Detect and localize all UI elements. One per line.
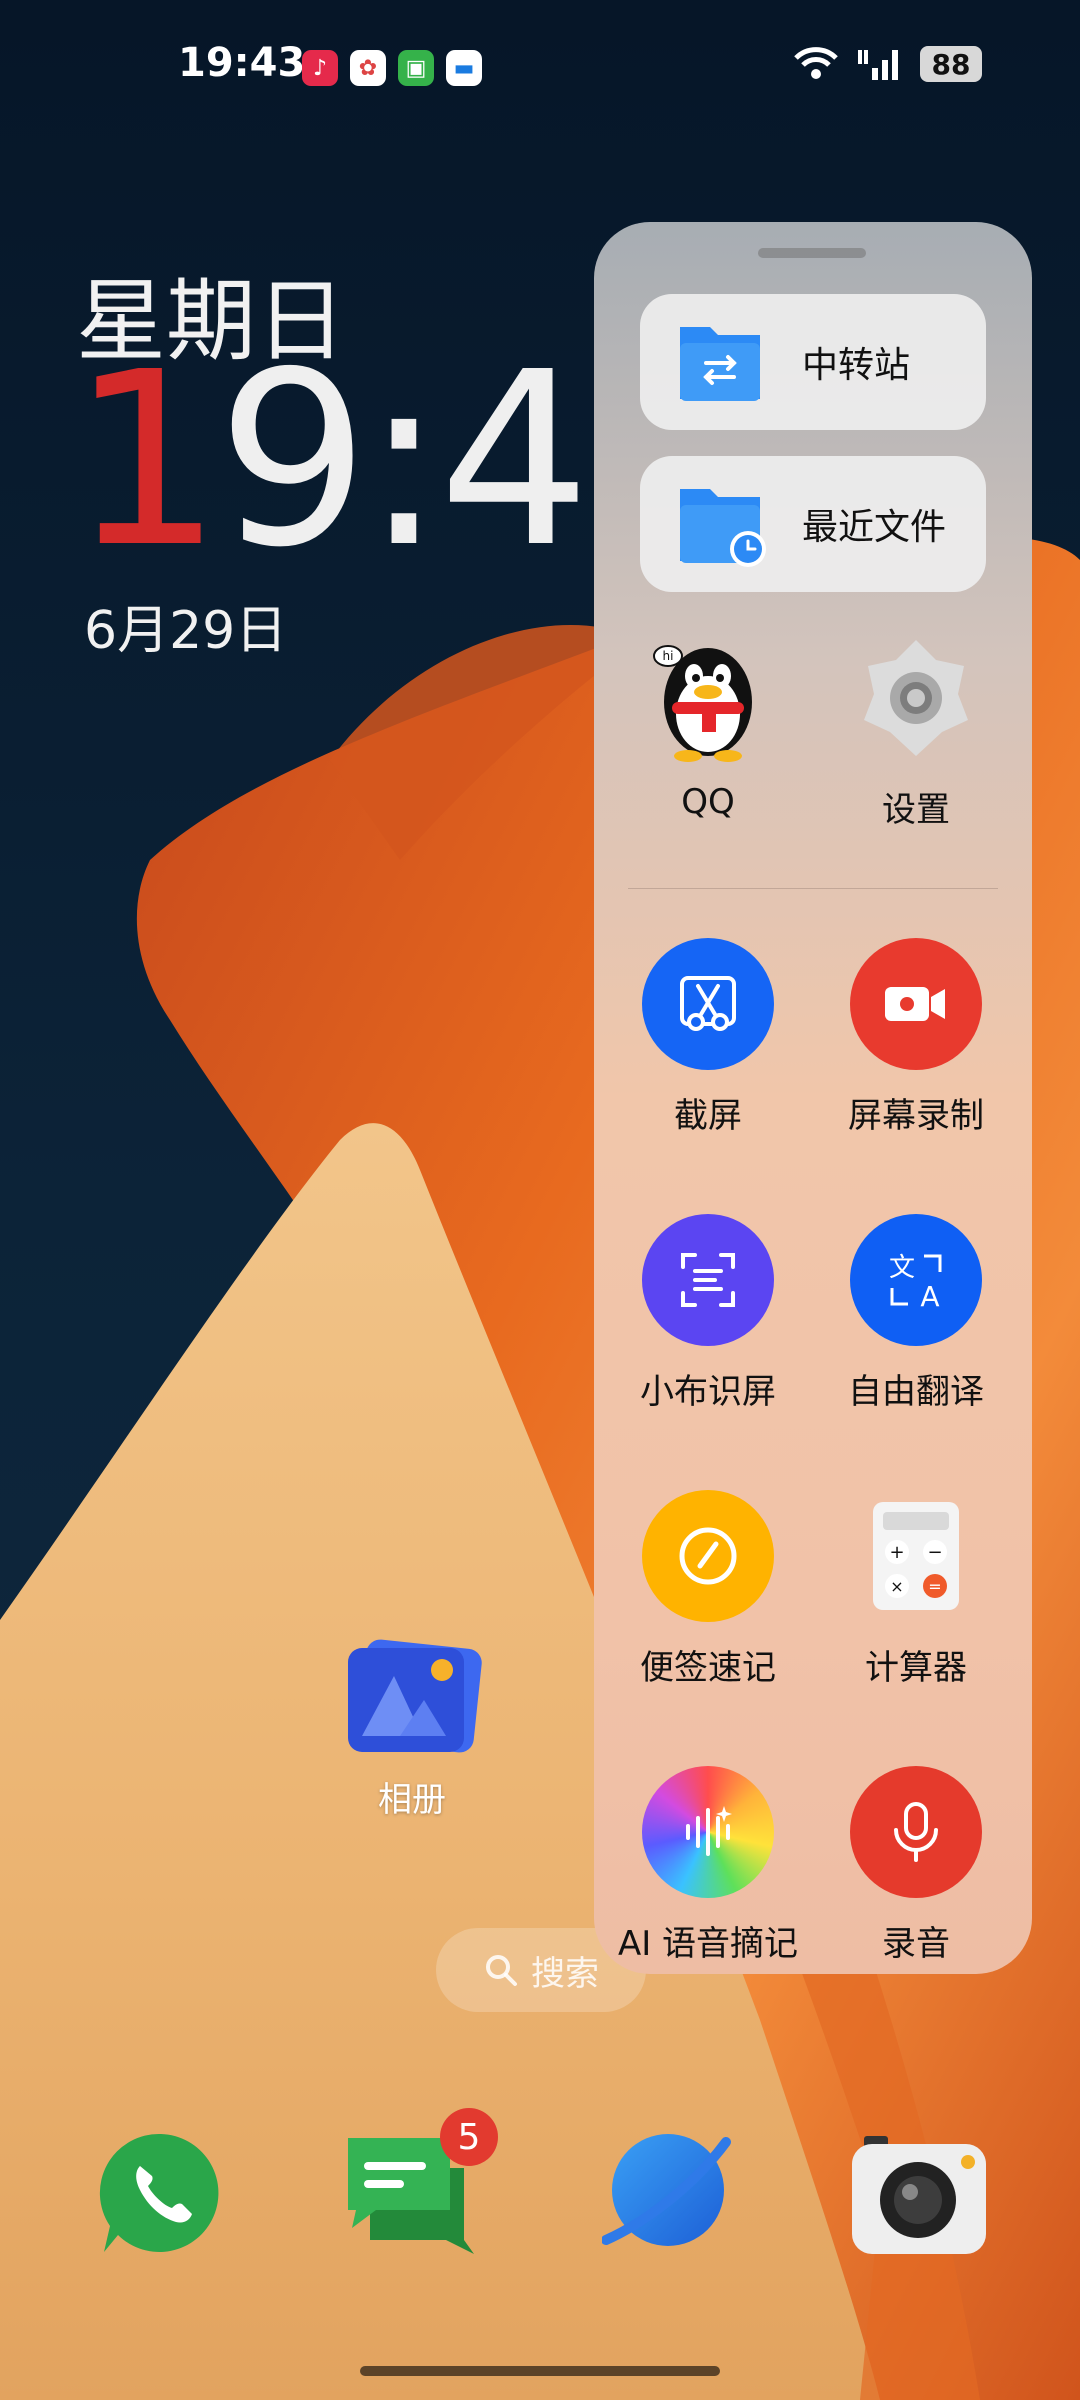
recent-files-label: 最近文件 (802, 507, 947, 548)
phone-icon (99, 2133, 219, 2252)
screen-record-circle (850, 938, 982, 1070)
dock-camera[interactable] (850, 2128, 986, 2258)
quick-note-label: 便签速记 (640, 1648, 776, 1688)
camera-icon (852, 2136, 986, 2254)
quick-note-circle (642, 1490, 774, 1622)
screenshot-circle (642, 938, 774, 1070)
settings-app-label: 设置 (882, 790, 950, 830)
gallery-app[interactable]: 相册 (322, 1638, 502, 1821)
search-label: 搜索 (531, 1953, 599, 1994)
tool-quick-note[interactable]: 便签速记 (608, 1490, 808, 1689)
ai-voice-note-icon (686, 1806, 732, 1856)
settings-gear-icon (864, 640, 968, 756)
qq-app[interactable]: hi QQ (608, 632, 808, 822)
transfer-station-card[interactable]: 中转站 (640, 294, 986, 430)
wifi-icon (794, 47, 838, 79)
translate-icon: 文 A (889, 1253, 942, 1312)
recorder-label: 录音 (882, 1924, 950, 1964)
screen-record-icon (885, 987, 945, 1021)
calculator-circle: + − × = (850, 1490, 982, 1622)
date-label: 6月29日 (84, 601, 288, 661)
battery-indicator: 88 (920, 46, 982, 82)
svg-text:−: − (927, 1542, 942, 1563)
store-app-icon: ▣ (398, 50, 434, 86)
svg-text:+: + (889, 1542, 904, 1563)
signal-icon (858, 50, 898, 80)
screen-record-label: 屏幕录制 (848, 1096, 984, 1136)
tool-ai-voice-note[interactable]: AI 语音摘记 (608, 1766, 808, 1965)
svg-text:A: A (920, 1280, 939, 1312)
tool-screen-record[interactable]: 屏幕录制 (816, 938, 1016, 1137)
calculator-label: 计算器 (865, 1648, 967, 1688)
dock-messages[interactable]: 5 (346, 2108, 498, 2258)
calculator-icon: + − × = (873, 1502, 959, 1610)
status-indicators: 88 (792, 46, 982, 82)
transfer-folder-icon (676, 321, 764, 403)
svg-text:hi: hi (663, 649, 674, 663)
transfer-station-label: 中转站 (802, 345, 911, 386)
tool-translate[interactable]: 文 A 自由翻译 (816, 1214, 1016, 1413)
tool-screenshot[interactable]: 截屏 (608, 938, 808, 1137)
tool-calculator[interactable]: + − × = 计算器 (816, 1490, 1016, 1689)
screenshot-label: 截屏 (674, 1096, 742, 1136)
gallery-app-label: 相册 (378, 1780, 446, 1820)
home-indicator[interactable] (360, 2366, 720, 2376)
screenshot-scissors-icon (680, 976, 736, 1031)
svg-text:=: = (928, 1577, 941, 1596)
dock-browser[interactable] (601, 2128, 732, 2258)
status-time: 19:43 (178, 40, 306, 86)
panel-divider (628, 888, 998, 889)
recorder-circle (850, 1766, 982, 1898)
music-app-icon: ♪ (302, 50, 338, 86)
gallery-icon (348, 1639, 482, 1753)
ai-voice-note-label: AI 语音摘记 (617, 1924, 799, 1964)
screen-recognition-icon (681, 1253, 735, 1307)
clock-first-digit: 1 (70, 320, 223, 600)
messages-badge: 5 (440, 2108, 498, 2166)
screen-recognition-label: 小布识屏 (640, 1372, 776, 1412)
translate-label: 自由翻译 (848, 1372, 984, 1412)
settings-app[interactable]: 设置 (816, 632, 1016, 831)
panel-drag-handle[interactable] (758, 248, 866, 258)
quick-note-icon (679, 1527, 737, 1585)
dock-phone[interactable] (96, 2128, 226, 2258)
qq-penguin-icon: hi (653, 645, 752, 762)
translate-circle: 文 A (850, 1214, 982, 1346)
svg-text:×: × (890, 1577, 903, 1596)
tool-recorder[interactable]: 录音 (816, 1766, 1016, 1965)
notification-icons: ♪ ✿ ▣ ▬ (302, 50, 482, 86)
search-icon (486, 1955, 517, 1986)
browser-icon (601, 2134, 731, 2246)
smart-sidebar-panel: 中转站 最近文件 hi QQ 设置 截屏 屏幕录制 小布识屏 文 A 自由翻译 … (594, 222, 1032, 1974)
svg-text:文: 文 (889, 1253, 915, 1283)
recent-files-card[interactable]: 最近文件 (640, 456, 986, 592)
photos-app-icon: ✿ (350, 50, 386, 86)
microphone-icon (894, 1802, 938, 1862)
tool-screen-recognition[interactable]: 小布识屏 (608, 1214, 808, 1413)
screen-recognition-circle (642, 1214, 774, 1346)
ai-voice-note-circle (642, 1766, 774, 1898)
recent-files-icon (676, 483, 766, 567)
wallet-app-icon: ▬ (446, 50, 482, 86)
qq-app-label: QQ (681, 782, 735, 822)
